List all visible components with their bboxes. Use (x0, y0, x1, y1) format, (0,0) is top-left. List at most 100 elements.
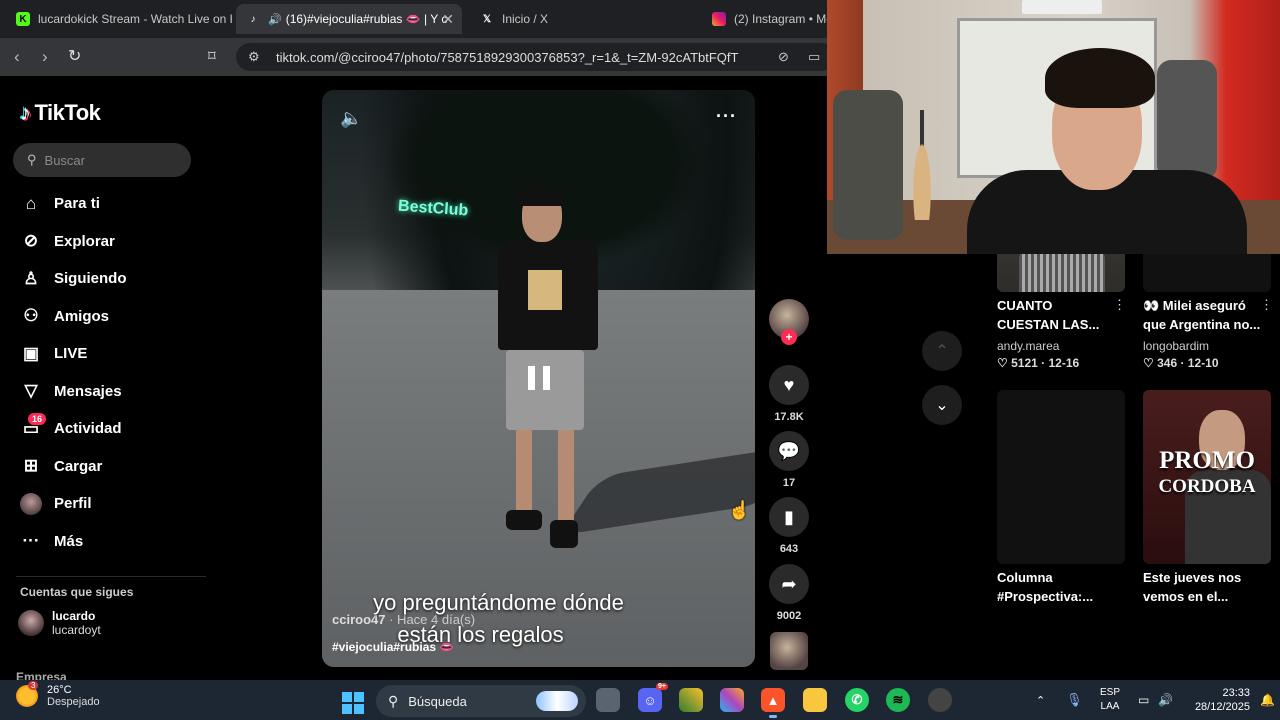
notification-badge: 16 (28, 413, 47, 425)
tab-instagram[interactable]: (2) Instagram • Me (702, 4, 828, 34)
tray-chevron-up-icon[interactable]: ⌃ (1036, 680, 1045, 720)
discord-badge: 9+ (656, 683, 668, 690)
task-view-icon[interactable] (596, 688, 620, 712)
like-count: 346 (1157, 356, 1178, 370)
account-name: lucardo (52, 609, 96, 623)
next-video-button[interactable]: ⌄ (922, 385, 962, 425)
like-button[interactable]: ♥ 17.8K (768, 365, 810, 423)
x-icon: 𝕏 (482, 13, 492, 25)
volume-icon[interactable]: 🔊 (1158, 680, 1173, 720)
game-app-icon[interactable] (679, 688, 703, 712)
sidebar-item-actividad[interactable]: ▭ 16 Actividad (20, 410, 220, 448)
share-button[interactable]: ➦ 9002 (768, 564, 810, 622)
speaker-icon: 🔊 (268, 13, 282, 26)
reload-icon[interactable]: ↻ (68, 47, 81, 67)
notification-bell-icon[interactable]: 🔔 (1260, 680, 1275, 720)
bookmark-icon[interactable]: ⌑ (208, 47, 216, 67)
comment-count: 17 (782, 477, 796, 489)
obs-icon[interactable] (928, 688, 952, 712)
sidebar-item-label: Para ti (54, 195, 100, 213)
input-language[interactable]: ESP LAA (1098, 686, 1122, 714)
tab-kick[interactable]: K lucardokick Stream - Watch Live on K (6, 4, 232, 34)
compass-icon: ⊘ (23, 231, 39, 251)
video-thumbnail[interactable]: PROMO CORDOBA (1143, 390, 1271, 564)
sidebar-item-label: LIVE (54, 345, 88, 363)
pause-icon[interactable] (528, 366, 550, 390)
taskbar-search[interactable]: ⚲ Búsqueda (376, 685, 586, 717)
sidebar-item-para-ti[interactable]: ⌂ Para ti (20, 185, 220, 223)
start-tile (354, 692, 364, 702)
chevron-up-icon: ⌃ (935, 343, 949, 360)
site-settings-icon[interactable]: ⚙ (248, 49, 260, 65)
sidebar-item-mensajes[interactable]: ▽ Mensajes (20, 373, 220, 411)
title-line: 👀 Milei aseguró (1143, 298, 1246, 313)
more-options-icon[interactable]: ⋮ (1260, 297, 1273, 313)
clock-date: 28/12/2025 (1194, 701, 1250, 713)
sidebar-item-label: Perfil (54, 495, 92, 513)
sidebar-item-perfil[interactable]: Perfil (20, 485, 220, 523)
sidebar-item-live[interactable]: ▣ LIVE (20, 335, 220, 373)
screen-icon[interactable]: ▭ (808, 47, 820, 67)
system-clock[interactable]: 23:33 28/12/2025 (1190, 686, 1250, 714)
user-follow-icon: ♙ (23, 268, 39, 288)
more-options-icon[interactable]: ⋮ (1113, 297, 1126, 313)
weather-text: 26°C Despejado (47, 684, 100, 708)
pause-bar (543, 366, 550, 390)
title-line: que Argentina no... (1143, 317, 1261, 332)
following-account-text: lucardo lucardoyt (52, 609, 101, 637)
previous-video-button[interactable]: ⌃ (922, 331, 962, 371)
back-icon[interactable]: ‹ (14, 47, 20, 67)
save-button[interactable]: ▮ 643 (768, 497, 810, 555)
tab-tiktok[interactable]: ♪ 🔊 (16)#viejoculia#rubias 👄 | Y c ✕ (236, 4, 462, 34)
weather-widget[interactable]: 3 26°C Despejado (16, 681, 100, 708)
sidebar-item-mas[interactable]: ··· Más (20, 523, 220, 561)
copilot-icon[interactable] (720, 688, 744, 712)
upload-icon: ⊞ (23, 456, 39, 476)
brave-browser-icon[interactable]: ▲ (761, 688, 785, 718)
card-title[interactable]: Columna #Prospectiva:... (997, 568, 1117, 606)
card-title[interactable]: CUANTO CUESTAN LAS... (997, 296, 1117, 334)
promo-line: PROMO (1159, 447, 1255, 474)
volume-icon[interactable]: 🔈 (340, 108, 362, 129)
card-title[interactable]: Este jueves nos vemos en el... (1143, 568, 1263, 606)
music-disc[interactable] (768, 632, 810, 670)
whatsapp-icon[interactable]: ✆ (845, 688, 869, 712)
card-author[interactable]: andy.marea (997, 339, 1059, 353)
live-icon: ▣ (22, 343, 40, 363)
video-hashtags[interactable]: #viejoculia#rubias 👄 (332, 640, 454, 654)
tiktok-icon: ♪ (250, 13, 256, 25)
address-bar[interactable]: ⚙ tiktok.com/@cciroo47/photo/75875189293… (236, 43, 836, 71)
following-account[interactable]: lucardo lucardoyt (18, 609, 101, 637)
more-options-icon[interactable]: ··· (716, 106, 737, 127)
file-explorer-icon[interactable] (803, 688, 827, 712)
discord-icon[interactable]: ☺ 9+ (638, 683, 668, 712)
microphone-icon[interactable]: 🎙 (1066, 680, 1083, 720)
card-title[interactable]: 👀 Milei aseguró que Argentina no... (1143, 296, 1263, 334)
sidebar-item-explorar[interactable]: ⊘ Explorar (20, 223, 220, 261)
divider (16, 576, 206, 577)
tab-x[interactable]: 𝕏 Inicio / X (470, 4, 696, 34)
cast-icon[interactable]: ⊘ (778, 47, 789, 67)
spotify-icon[interactable]: ≋ (886, 688, 910, 712)
comment-button[interactable]: 💬 17 (768, 431, 810, 489)
author-avatar-button[interactable]: + (768, 299, 810, 345)
sidebar-item-siguiendo[interactable]: ♙ Siguiendo (20, 260, 220, 298)
sidebar-item-cargar[interactable]: ⊞ Cargar (20, 448, 220, 486)
search-input[interactable]: ⚲ Buscar (13, 143, 191, 177)
close-tab-icon[interactable]: ✕ (442, 11, 454, 28)
tiktok-logo[interactable]: ♪ TikTok (20, 100, 101, 126)
windows-start-icon[interactable] (342, 692, 364, 714)
card-author[interactable]: longobardim (1143, 339, 1209, 353)
network-icon[interactable]: ▭ (1138, 680, 1149, 720)
video-thumbnail[interactable] (997, 390, 1125, 564)
messages-icon: ▽ (24, 381, 38, 401)
lang-line: ESP (1099, 687, 1120, 698)
kick-icon: K (16, 12, 30, 26)
forward-icon[interactable]: › (42, 47, 48, 67)
sidebar-item-amigos[interactable]: ⚇ Amigos (20, 298, 220, 336)
avatar: + (769, 299, 809, 345)
follow-plus-icon[interactable]: + (781, 329, 797, 345)
video-player[interactable]: BestClub 🔈 ··· cciroo47 · Hace 4 día(s) … (322, 90, 755, 667)
cam-chair (833, 90, 903, 240)
sidebar-item-label: Siguiendo (54, 270, 127, 288)
